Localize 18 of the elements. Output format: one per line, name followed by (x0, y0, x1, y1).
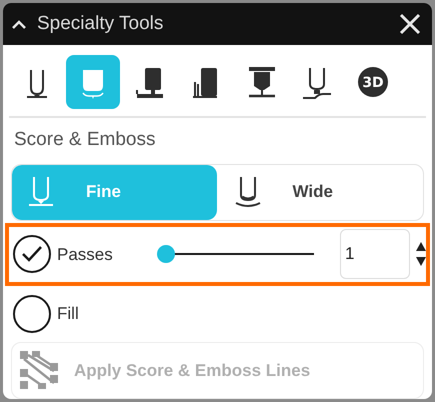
close-icon (399, 13, 421, 35)
round-checkbox[interactable] (13, 294, 51, 333)
decrement-icon[interactable] (416, 257, 426, 266)
mode-tab[interactable]: Wide (216, 164, 423, 220)
lines-icon (18, 349, 60, 392)
option-label: Fill (57, 303, 80, 326)
increment-icon[interactable] (416, 242, 426, 252)
wide-tip-icon (232, 175, 262, 210)
collapse-icon[interactable] (11, 19, 27, 29)
panel-title: Specialty Tools (37, 12, 164, 36)
checkmark-icon (21, 245, 43, 264)
round-checkbox[interactable] (13, 235, 51, 274)
passes-input[interactable]: 1 (340, 229, 410, 280)
section-title: Score & Emboss (14, 128, 156, 152)
passes-slider[interactable] (157, 244, 314, 264)
slider-thumb[interactable] (157, 245, 176, 264)
option-label: Passes (57, 244, 114, 266)
tool-button[interactable]: 3D (346, 54, 400, 109)
